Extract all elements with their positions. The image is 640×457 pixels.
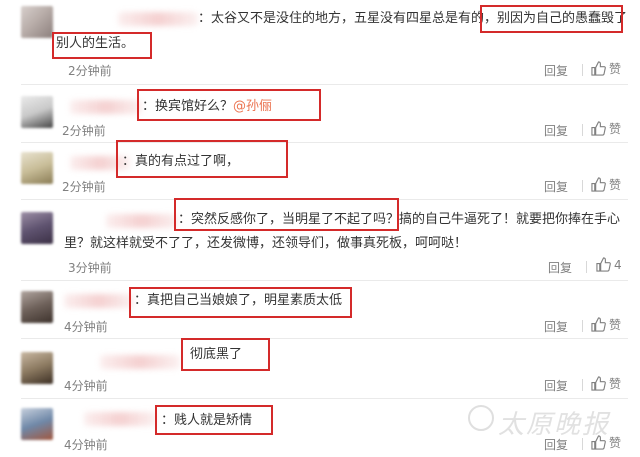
comment-time: 2分钟前	[62, 180, 106, 194]
divider	[21, 142, 628, 143]
avatar[interactable]	[21, 212, 53, 244]
divider	[21, 280, 628, 281]
watermark-seal-icon	[468, 405, 494, 431]
username-blurred[interactable]	[106, 214, 178, 228]
comment-text: 彻底黑了	[190, 347, 243, 362]
thumbs-up-icon	[596, 257, 611, 272]
avatar[interactable]	[21, 408, 53, 440]
reply-button[interactable]: 回复	[544, 178, 568, 195]
reply-button[interactable]: 回复	[544, 122, 568, 139]
username-blurred[interactable]	[64, 294, 134, 308]
comment-text: ：真的有点过了啊，	[122, 154, 240, 169]
watermark-logo: 太原晚报	[498, 410, 611, 440]
divider	[582, 124, 583, 136]
username-blurred[interactable]	[84, 412, 156, 426]
like-button[interactable]: 赞	[591, 375, 621, 392]
like-label: 赞	[609, 178, 622, 192]
comment-time: 4分钟前	[64, 438, 108, 452]
like-label: 赞	[609, 436, 622, 450]
avatar[interactable]	[21, 291, 53, 323]
comment-list: ：太谷又不是没住的地方，五星没有四星总是有的，别因为自己的愚蠢毁了 别人的生活。…	[0, 0, 640, 457]
divider	[21, 338, 628, 339]
divider	[582, 320, 583, 332]
username-blurred[interactable]	[118, 12, 198, 26]
like-button[interactable]: 赞	[591, 120, 621, 137]
thumbs-up-icon	[591, 61, 606, 76]
comment-text-line2: 里？就这样就受不了了，还发微博，还领导们，做事真死板，呵呵哒！	[64, 236, 468, 251]
avatar[interactable]	[21, 352, 53, 384]
comment-text: ：换宾馆好么？@孙俪	[142, 96, 272, 118]
comment-time: 4分钟前	[64, 320, 108, 334]
avatar[interactable]	[21, 96, 53, 128]
divider	[582, 64, 583, 76]
like-label: 赞	[609, 377, 622, 391]
divider	[21, 398, 628, 399]
username-blurred[interactable]	[70, 100, 142, 114]
thumbs-up-icon	[591, 317, 606, 332]
mention-link[interactable]: @孙俪	[233, 99, 272, 114]
like-button[interactable]: 赞	[591, 176, 621, 193]
reply-button[interactable]: 回复	[548, 259, 572, 276]
divider	[582, 379, 583, 391]
avatar[interactable]	[21, 6, 53, 38]
comment-text: ：真把自己当娘娘了，明星素质太低	[134, 293, 343, 308]
comment-text-line2: 别人的生活。	[56, 36, 135, 51]
like-label: 赞	[609, 318, 622, 332]
comment-text-body: ：换宾馆好么？	[142, 99, 234, 114]
comment-text: ：突然反感你了，当明星了不起了吗？搞的自己牛逼死了！就要把你捧在手心	[178, 212, 621, 227]
username-blurred[interactable]	[70, 156, 130, 170]
thumbs-up-icon	[591, 376, 606, 391]
username-blurred[interactable]	[100, 355, 180, 369]
like-button[interactable]: 赞	[591, 60, 621, 77]
divider	[582, 180, 583, 192]
comment-text: ：太谷又不是没住的地方，五星没有四星总是有的，别因为自己的愚蠢毁了	[198, 11, 628, 26]
reply-button[interactable]: 回复	[544, 377, 568, 394]
divider	[21, 199, 628, 200]
like-label: 赞	[609, 122, 622, 136]
avatar[interactable]	[21, 152, 53, 184]
comment-time: 4分钟前	[64, 379, 108, 393]
divider	[586, 261, 587, 273]
thumbs-up-icon	[591, 177, 606, 192]
like-button[interactable]: 赞	[591, 316, 621, 333]
comment-text: ：贱人就是矫情	[161, 413, 253, 428]
comment-time: 2分钟前	[62, 124, 106, 138]
comment-time: 3分钟前	[68, 261, 112, 275]
like-button[interactable]: 4	[596, 257, 622, 272]
like-count: 4	[614, 258, 622, 272]
reply-button[interactable]: 回复	[544, 62, 568, 79]
divider	[21, 84, 628, 85]
thumbs-up-icon	[591, 121, 606, 136]
like-label: 赞	[609, 62, 622, 76]
comment-time: 2分钟前	[68, 64, 112, 78]
reply-button[interactable]: 回复	[544, 318, 568, 335]
